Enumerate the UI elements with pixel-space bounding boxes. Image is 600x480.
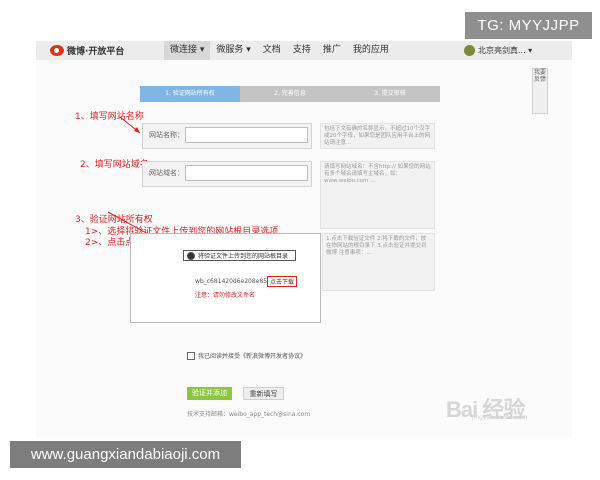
step-info: 2. 完善信息 [240,86,340,102]
annotation-step1: 1、填写网站名称 [75,112,144,122]
site-domain-label: 网站域名： [149,168,184,177]
verify-add-button[interactable]: 验证并添加 [187,387,232,400]
site-name-help: 包括下文有确的名称显示，不超过10个汉字或20个字母，如果您是团队应用平台上的网… [320,123,435,149]
step-verify: 1. 验证网站所有权 [140,86,240,102]
verify-help: 1.点击下载验证文件 2.将下载的文件，放在你网站的根目录下 3.点击验证并提交… [322,233,435,291]
feedback-tab[interactable]: 我要反馈 [532,68,548,114]
upload-file-option[interactable]: 将验证文件上传到您的网站根目录 [183,250,296,261]
reset-button[interactable]: 重新填写 [243,387,284,400]
site-domain-help: 请填写网站域名：不含http:// 如果您的网站有多个域名请填写主域名，如：ww… [320,161,435,229]
support-email: 技术支持邮箱：weibo_app_tech@sina.com [187,411,311,418]
radio-icon [187,251,195,260]
avatar [464,45,475,56]
site-domain-input[interactable] [185,165,308,181]
nav-item-support[interactable]: 支持 [287,41,317,60]
download-button[interactable]: 点击下载 [267,276,298,287]
step-progress: 1. 验证网站所有权 2. 完善信息 3. 提交审核 [140,86,440,102]
watermark-top: TG: MYYJJPP [465,12,592,39]
user-name: 北京亮剑真... ▾ [478,46,533,55]
step-submit: 3. 提交审核 [340,86,440,102]
nav-item-my-apps[interactable]: 我的应用 [347,41,395,60]
nav-item-services[interactable]: 微服务 ▾ [210,41,256,60]
annotation-step2: 2、填写网站域名 [80,160,149,170]
agree-row[interactable]: 我已阅读并接受《新浪微博开发者协议》 [187,351,306,360]
weibo-logo[interactable]: 微博·开放平台 [50,43,124,58]
site-name-input[interactable] [185,127,308,143]
logo-text: 微博·开放平台 [67,47,125,57]
feedback-label: 我要反馈 [533,69,546,83]
agree-checkbox[interactable] [187,351,195,360]
verify-file-name: wb_c681420d6e208e85(4) [195,278,276,285]
nav-item-promote[interactable]: 推广 [317,41,347,60]
baidu-watermark-sub: jingyan.baidu.com [472,414,528,421]
user-menu[interactable]: 北京亮剑真... ▾ [464,41,532,60]
weibo-eye-icon [50,45,64,56]
agree-label: 我已阅读并接受《新浪微博开发者协议》 [198,353,307,360]
nav-item-docs[interactable]: 文档 [257,41,287,60]
watermark-bottom: www.guangxiandabiaoji.com [10,441,241,468]
upload-option-label: 将验证文件上传到您的网站根目录 [198,253,289,260]
nav-item-connect[interactable]: 微连接 ▾ [164,41,211,60]
verify-note: 注意：请勿修改文件名 [195,292,256,299]
nav-menu: 微连接 ▾ 微服务 ▾ 文档 支持 推广 我的应用 [164,41,395,60]
site-name-label: 网站名称： [149,130,184,139]
